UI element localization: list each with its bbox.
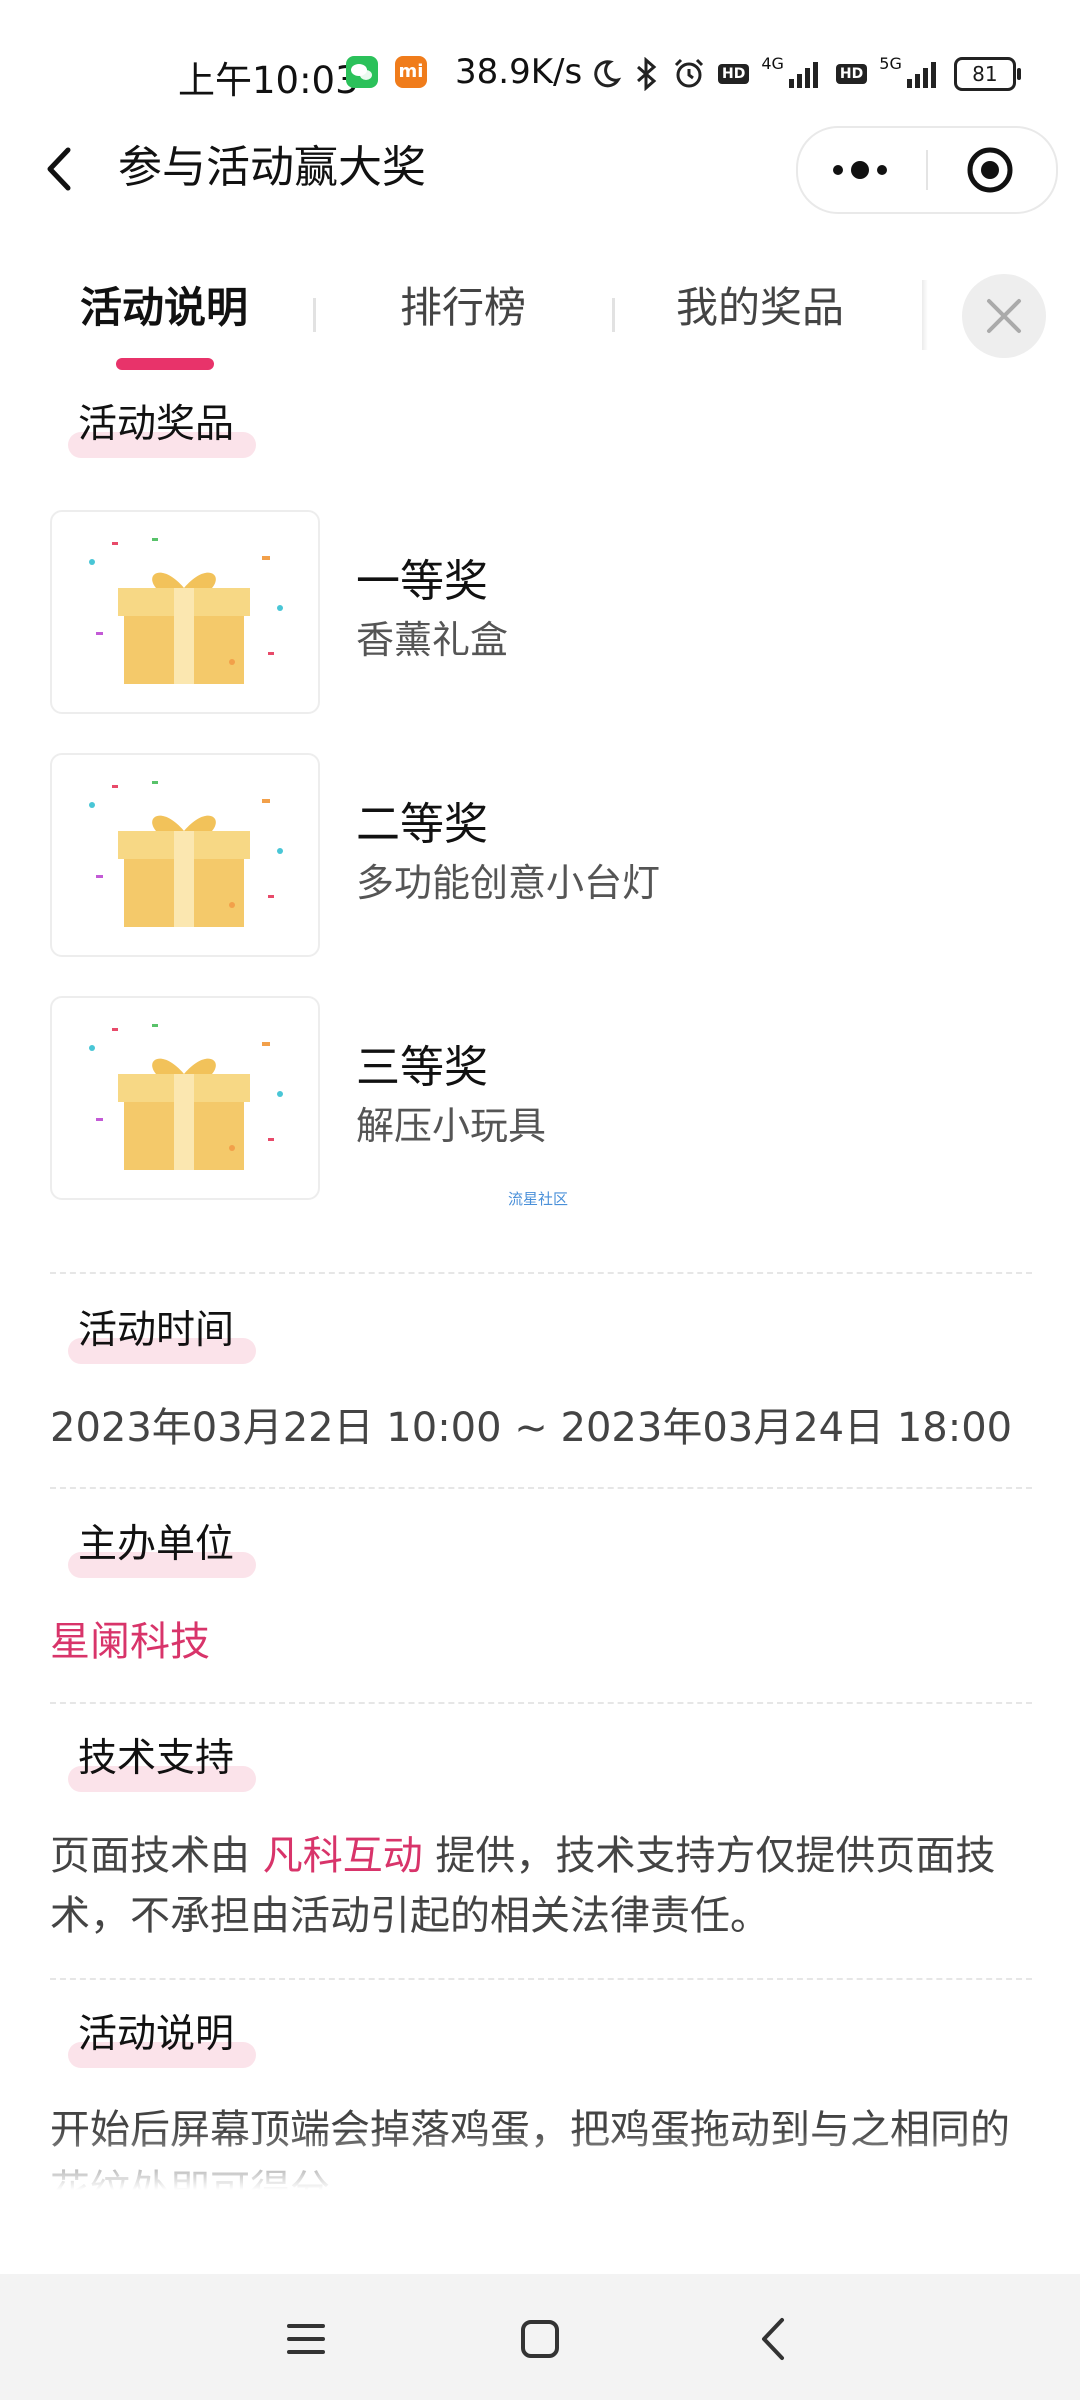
battery-icon: 81 <box>953 57 1021 91</box>
miniprogram-capsule <box>796 126 1058 214</box>
time-section-title: 活动时间 <box>62 1304 256 1364</box>
activity-time-value: 2023年03月22日 10:00 ~ 2023年03月24日 18:00 <box>50 1405 1013 1451</box>
organizer-title-text: 主办单位 <box>78 1522 235 1567</box>
hd-badge-2: HD <box>835 64 868 84</box>
nav-bar: 参与活动赢大奖 <box>0 120 1080 220</box>
tech-title-text: 技术支持 <box>78 1736 235 1781</box>
network-5g-label: 5G <box>879 54 902 73</box>
wechat-notification-icon <box>346 56 378 88</box>
organizer-section-title: 主办单位 <box>62 1518 256 1578</box>
signal-4g-icon <box>788 62 818 88</box>
alarm-icon <box>674 58 704 88</box>
tech-provider-link[interactable]: 凡科互动 <box>263 1833 423 1879</box>
content-fade <box>0 2130 1080 2190</box>
prize-rank: 二等奖 <box>356 799 488 850</box>
tab-leaderboard[interactable]: 排行榜 <box>400 280 526 336</box>
gift-icon <box>89 781 283 927</box>
back-arrow-icon[interactable] <box>40 144 80 194</box>
signal-5g-icon <box>906 62 936 88</box>
close-icon <box>987 299 1021 333</box>
target-circle-icon <box>967 147 1013 193</box>
gift-icon <box>89 1024 283 1170</box>
prize-item-3: 三等奖 解压小玩具 <box>50 996 650 1200</box>
home-square-icon <box>521 2320 559 2358</box>
close-button[interactable] <box>962 274 1046 358</box>
gift-icon <box>89 538 283 684</box>
tab-bar: 活动说明 排行榜 我的奖品 <box>0 250 1080 380</box>
tech-prefix: 页面技术由 <box>50 1833 263 1879</box>
section-divider <box>50 1702 1032 1704</box>
section-divider <box>50 1272 1032 1274</box>
back-button[interactable] <box>740 2304 810 2374</box>
active-tab-indicator <box>116 358 214 370</box>
prize-name: 解压小玩具 <box>356 1104 547 1148</box>
menu-icon <box>287 2324 325 2354</box>
bluetooth-icon <box>637 57 657 91</box>
hd-badge-1: HD <box>718 64 750 84</box>
page-title: 参与活动赢大奖 <box>118 142 426 193</box>
prizes-section-title: 活动奖品 <box>62 398 256 458</box>
tab-activity-description[interactable]: 活动说明 <box>80 280 248 336</box>
organizer-name: 星阑科技 <box>50 1619 210 1665</box>
system-nav-bar <box>0 2274 1080 2400</box>
tab-separator <box>612 298 615 332</box>
description-title-text: 活动说明 <box>78 2012 235 2057</box>
watermark-text: 流星社区 <box>508 1190 569 1208</box>
more-options-button[interactable] <box>798 128 926 212</box>
back-chevron-icon <box>762 2318 784 2360</box>
tab-my-prizes[interactable]: 我的奖品 <box>676 280 844 336</box>
home-button[interactable] <box>505 2304 575 2374</box>
gift-box-image <box>50 996 320 1200</box>
status-bar: 上午10:03 mi 38.9K/s HD 4G HD 5G 81 <box>0 0 1080 140</box>
gift-box-image <box>50 510 320 714</box>
description-section-title: 活动说明 <box>62 2008 256 2068</box>
prize-item-2: 二等奖 多功能创意小台灯 <box>50 753 660 957</box>
tab-separator <box>313 298 316 332</box>
status-icons: HD 4G HD 5G 81 <box>590 54 1021 94</box>
tab-scroll-shadow <box>922 280 928 350</box>
time-title-text: 活动时间 <box>78 1308 235 1353</box>
prizes-title-text: 活动奖品 <box>78 402 235 447</box>
network-4g-label: 4G <box>761 54 784 73</box>
network-speed: 38.9K/s <box>455 52 583 92</box>
prize-item-1: 一等奖 香薰礼盒 <box>50 510 650 714</box>
menu-button[interactable] <box>271 2304 341 2374</box>
mi-notification-icon: mi <box>395 56 427 88</box>
prize-name: 香薰礼盒 <box>356 618 509 662</box>
more-dots-icon <box>833 161 887 179</box>
section-divider <box>50 1487 1032 1489</box>
miniprogram-exit-button[interactable] <box>928 128 1056 212</box>
section-divider <box>50 1978 1032 1980</box>
tech-support-text: 页面技术由 凡科互动 提供，技术支持方仅提供页面技术，不承担由活动引起的相关法律… <box>50 1826 1040 1946</box>
moon-icon <box>594 60 622 88</box>
prize-rank: 一等奖 <box>356 556 488 607</box>
status-time: 上午10:03 <box>178 59 359 102</box>
gift-box-image <box>50 753 320 957</box>
prize-name: 多功能创意小台灯 <box>356 861 661 905</box>
prize-rank: 三等奖 <box>356 1042 488 1093</box>
tech-section-title: 技术支持 <box>62 1732 256 1792</box>
